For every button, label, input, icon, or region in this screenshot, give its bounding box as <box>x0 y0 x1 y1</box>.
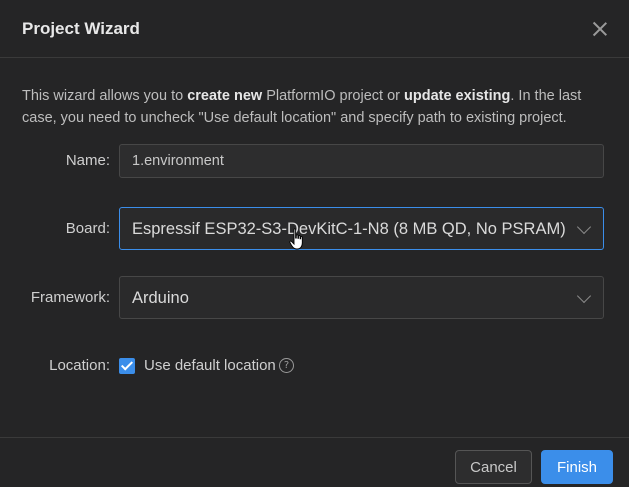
finish-button[interactable]: Finish <box>541 450 613 484</box>
board-select-value: Espressif ESP32-S3-DevKitC-1-N8 (8 MB QD… <box>132 220 566 238</box>
board-select[interactable]: Espressif ESP32-S3-DevKitC-1-N8 (8 MB QD… <box>119 207 604 250</box>
chevron-down-icon <box>576 219 592 235</box>
close-icon[interactable] <box>589 18 611 40</box>
dialog-footer: Cancel Finish <box>0 437 629 487</box>
name-label: Name: <box>65 152 110 169</box>
name-input[interactable] <box>119 144 604 178</box>
description-bold: create new <box>187 88 263 104</box>
description-text: This wizard allows you to <box>22 88 188 104</box>
framework-label: Framework: <box>30 289 110 306</box>
use-default-location-label[interactable]: Use default location <box>144 357 276 374</box>
dialog-title: Project Wizard <box>22 19 140 38</box>
dialog-header: Project Wizard <box>0 0 629 58</box>
wizard-description: This wizard allows you to create new Pla… <box>22 85 602 129</box>
framework-select[interactable]: Arduino <box>119 276 604 319</box>
help-circle-icon[interactable]: ? <box>279 358 294 373</box>
hand-cursor-icon <box>289 228 303 250</box>
framework-select-value: Arduino <box>132 289 189 307</box>
project-wizard-dialog: Project Wizard This wizard allows you to… <box>0 0 629 487</box>
location-label: Location: <box>49 357 110 374</box>
cancel-button[interactable]: Cancel <box>455 450 532 484</box>
description-bold: update existing <box>404 88 511 104</box>
use-default-location-checkbox[interactable] <box>119 358 135 374</box>
board-label: Board: <box>65 220 110 237</box>
chevron-down-icon <box>576 288 592 304</box>
description-text: PlatformIO project or <box>262 88 404 104</box>
